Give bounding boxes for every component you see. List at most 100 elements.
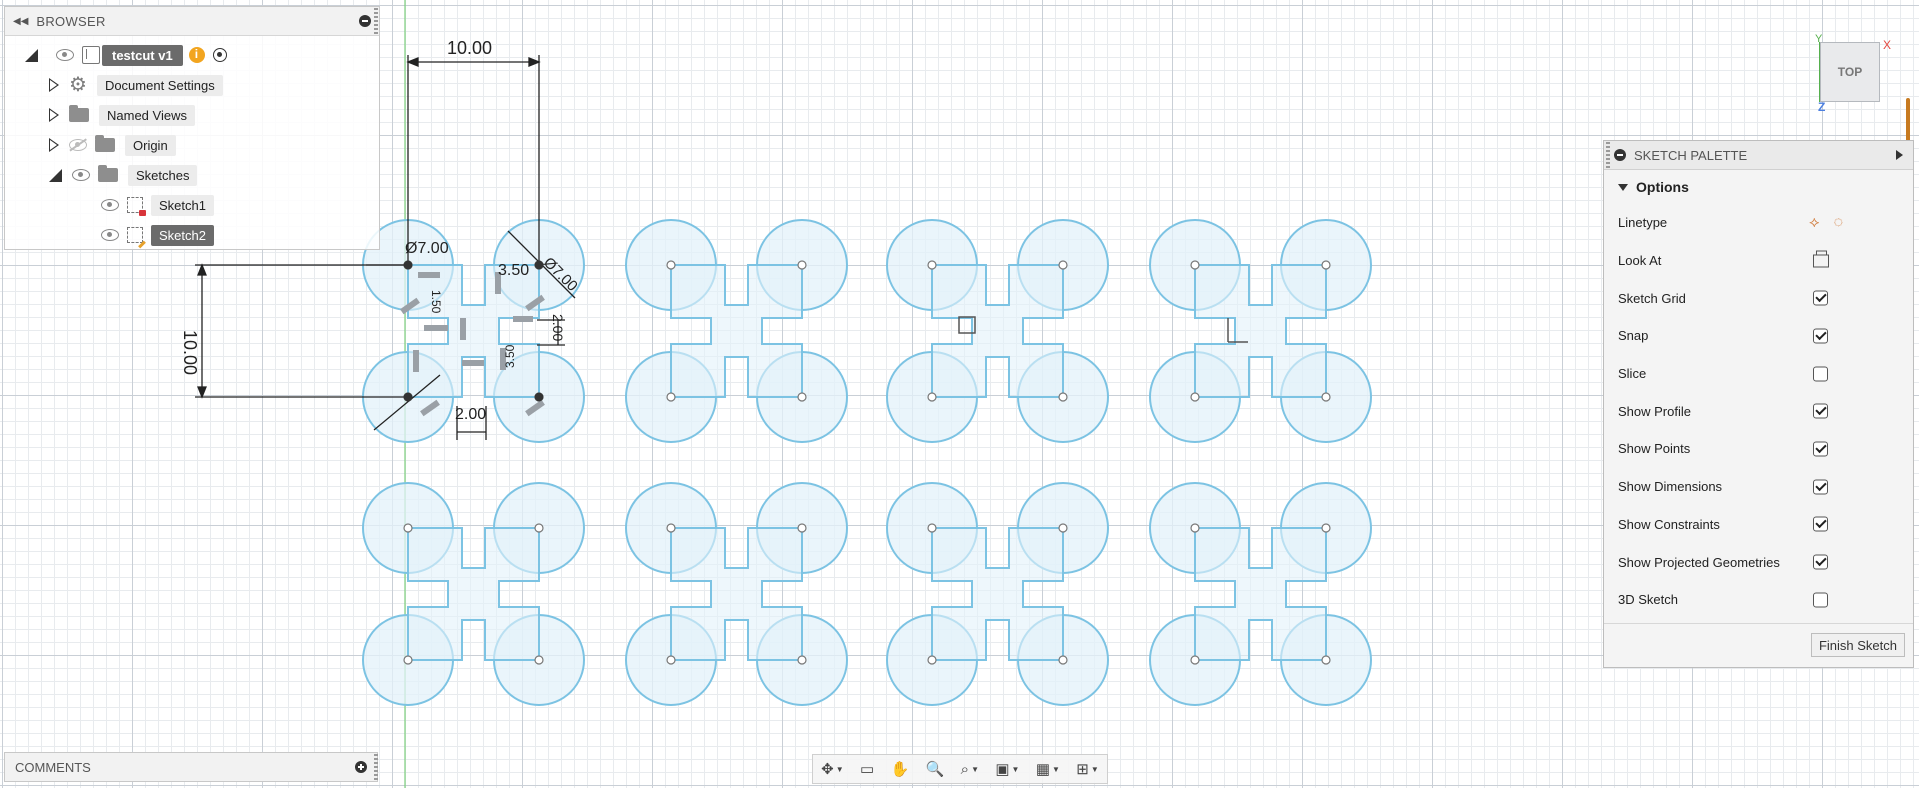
fit-icon[interactable]: ⌕ ▼ [961, 761, 979, 778]
tree-document[interactable]: testcut v1 [25, 43, 227, 67]
viewports-icon[interactable]: ⊞ ▼ [1076, 760, 1099, 778]
sketch-unit-3 [886, 219, 1109, 443]
dimension-small-a[interactable]: 3.50 [503, 345, 517, 368]
palette-resize-grip[interactable] [1606, 142, 1610, 168]
comments-resize-grip[interactable] [374, 754, 378, 782]
visibility-icon[interactable] [101, 199, 119, 211]
expand-right-icon[interactable] [49, 108, 59, 122]
dimension-slot-horizontal[interactable]: 2.00 [455, 406, 486, 424]
option-show-dimensions: Show Dimensions [1604, 468, 1913, 506]
sketch-grid-checkbox[interactable] [1813, 290, 1828, 306]
sketch-palette: SKETCH PALETTE Options Linetype ⟡ ◌ Look … [1603, 140, 1914, 668]
dimension-height[interactable]: 10.00 [179, 330, 200, 375]
expand-right-icon[interactable] [1896, 150, 1903, 160]
add-comment-icon[interactable] [355, 761, 367, 773]
sketch-unit-7 [886, 482, 1109, 706]
tree-item-sketches[interactable]: Sketches [49, 163, 198, 187]
snap-checkbox[interactable] [1813, 328, 1828, 344]
orbit-icon[interactable]: ✥ ▼ [821, 760, 844, 778]
visibility-icon[interactable] [72, 169, 90, 181]
tree-item-document-settings[interactable]: ⚙ Document Settings [49, 73, 223, 97]
sketch-unit-5 [362, 482, 585, 706]
sketch-unit-4 [1149, 219, 1372, 443]
expand-right-icon[interactable] [49, 78, 59, 92]
option-label: Snap [1618, 328, 1649, 344]
sketch-locked-icon [127, 197, 146, 216]
look-at-nav-icon[interactable]: ▭ [860, 760, 874, 778]
option-look-at: Look At [1604, 242, 1913, 280]
gear-icon: ⚙ [69, 74, 87, 96]
option-label: Slice [1618, 366, 1647, 382]
palette-header[interactable]: SKETCH PALETTE [1604, 141, 1913, 170]
activate-radio-icon[interactable] [212, 48, 227, 62]
option-snap: Snap [1604, 317, 1913, 355]
option-3d-sketch: 3D Sketch [1604, 581, 1913, 619]
tree-item-origin[interactable]: Origin [49, 133, 176, 157]
construction-line-icon[interactable]: ⟡ [1809, 214, 1820, 231]
visibility-icon[interactable] [101, 229, 119, 241]
pan-icon[interactable]: ✋ [891, 760, 910, 778]
grid-settings-icon[interactable]: ▦ ▼ [1036, 760, 1060, 778]
view-cube-face: TOP [1837, 65, 1863, 79]
x-axis-label: X [1883, 38, 1892, 52]
display-settings-icon[interactable]: ▣ ▼ [995, 760, 1019, 778]
warning-badge-icon[interactable] [188, 47, 205, 63]
dimension-small-b[interactable]: 1.50 [429, 290, 443, 313]
look-at-icon[interactable] [1813, 250, 1829, 268]
tree-item-label: Sketches [128, 164, 198, 186]
tree-item-sketch2[interactable]: Sketch2 [101, 223, 214, 249]
tree-item-label: Sketch1 [151, 194, 214, 216]
z-axis-label: Z [1818, 100, 1826, 114]
comments-panel[interactable]: COMMENTS [4, 752, 378, 782]
component-icon [82, 46, 100, 64]
dimension-diameter-large[interactable]: Ø7.00 [405, 240, 449, 258]
show-constraints-checkbox[interactable] [1813, 516, 1828, 532]
options-section-header[interactable]: Options [1604, 170, 1913, 204]
option-show-constraints: Show Constraints [1604, 506, 1913, 544]
expand-right-icon[interactable] [49, 138, 59, 152]
folder-icon [98, 165, 118, 182]
caret-down-icon[interactable] [1618, 183, 1628, 191]
browser-resize-grip[interactable] [374, 8, 378, 36]
expand-down-icon[interactable] [49, 168, 62, 182]
browser-header[interactable]: ◀◀ BROWSER [5, 7, 379, 36]
tree-item-sketch1[interactable]: Sketch1 [101, 193, 214, 217]
3d-sketch-checkbox[interactable] [1813, 592, 1828, 608]
minimize-icon[interactable] [359, 15, 371, 27]
show-dimensions-checkbox[interactable] [1813, 479, 1828, 495]
show-projected-geometries-checkbox[interactable] [1813, 554, 1828, 570]
option-show-points: Show Points [1604, 430, 1913, 468]
folder-icon [95, 135, 115, 152]
expand-down-icon[interactable] [25, 48, 38, 62]
dimension-slot-vertical[interactable]: 2.00 [550, 314, 566, 341]
sketch-unit-2 [625, 219, 848, 443]
tree-item-label: Sketch2 [151, 224, 214, 246]
option-label: Show Profile [1618, 403, 1691, 419]
visibility-icon[interactable] [56, 49, 74, 61]
option-label: Show Dimensions [1618, 479, 1723, 495]
browser-panel: ◀◀ BROWSER testcut v1 ⚙ Document Setting… [4, 6, 380, 250]
dimension-offset[interactable]: 3.50 [498, 262, 529, 280]
option-slice: Slice [1604, 355, 1913, 393]
minimize-icon[interactable] [1614, 149, 1626, 161]
folder-icon [69, 105, 89, 122]
slice-checkbox[interactable] [1813, 366, 1828, 382]
centerline-icon[interactable]: ◌ [1834, 214, 1844, 231]
palette-divider [1604, 622, 1913, 624]
option-label: Sketch Grid [1618, 290, 1686, 306]
option-show-profile: Show Profile [1604, 392, 1913, 430]
collapse-icon[interactable]: ◀◀ [13, 16, 28, 27]
zoom-window-icon[interactable]: 🔍 [926, 760, 945, 778]
option-linetype: Linetype ⟡ ◌ [1604, 204, 1913, 242]
show-points-checkbox[interactable] [1813, 441, 1828, 457]
tree-item-named-views[interactable]: Named Views [49, 103, 195, 127]
dimension-width[interactable]: 10.00 [447, 38, 492, 59]
option-show-projected-geometries: Show Projected Geometries [1604, 543, 1913, 581]
hidden-eye-icon[interactable] [69, 139, 87, 151]
show-profile-checkbox[interactable] [1813, 403, 1828, 419]
finish-sketch-button[interactable]: Finish Sketch [1810, 633, 1905, 657]
option-label: Linetype [1618, 215, 1668, 231]
document-name[interactable]: testcut v1 [102, 44, 183, 66]
view-cube[interactable]: TOP [1820, 42, 1880, 102]
browser-title: BROWSER [36, 13, 106, 29]
